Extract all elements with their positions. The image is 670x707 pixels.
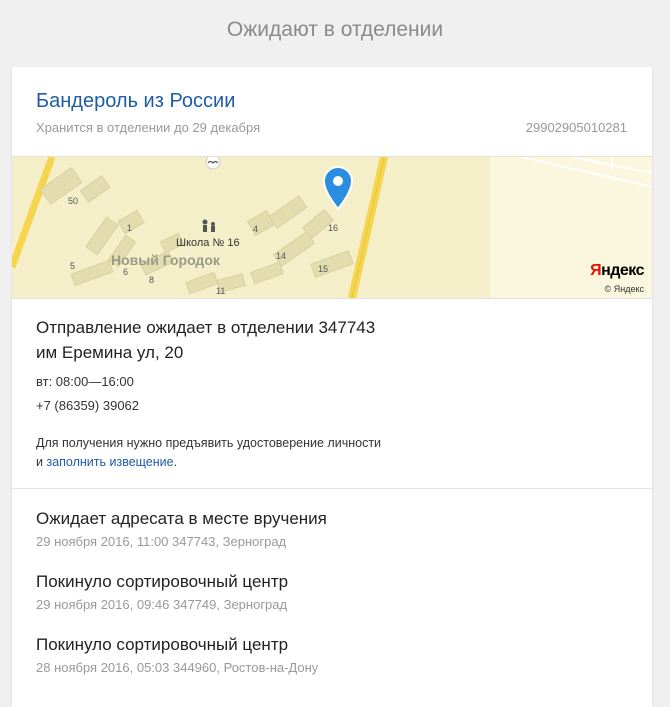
map-copyright[interactable]: © Яндекс [605,284,644,294]
notice-period: . [173,455,178,469]
house-number: 14 [276,251,286,261]
district-label: Новый Городок [111,252,221,268]
history-item-meta: 28 ноября 2016, 05:03 344960, Ростов-на-… [36,660,319,675]
house-number: 15 [318,264,328,274]
map-buildings [39,167,354,295]
fill-notice-link[interactable]: заполнить извещение [46,455,173,469]
history-item: Покинуло сортировочный центр 29 ноября 2… [36,572,636,612]
history-item-meta: 29 ноября 2016, 11:00 347743, Зерноград [36,534,287,549]
notice-text: Для получения нужно предъявить удостовер… [36,436,382,450]
house-number: 6 [123,267,128,277]
history-item-meta: 29 ноября 2016, 09:46 347749, Зерноград [36,597,288,612]
history-item: Ожидает адресата в месте вручения 29 ноя… [36,509,636,549]
house-number: 5 [70,261,75,271]
office-map[interactable]: 50 1 4 16 5 6 8 14 15 11 Школа № 16 Новы… [12,156,652,299]
parcel-title[interactable]: Бандероль из России [36,90,235,113]
parcel-header: Бандероль из России Хранится в отделении… [12,67,652,156]
history-item-title: Ожидает адресата в месте вручения [36,509,327,528]
page-title: Ожидают в отделении [226,18,444,41]
house-number: 4 [253,224,258,234]
house-number: 16 [328,223,338,233]
id-notice: Для получения нужно предъявить удостовер… [36,434,596,472]
yandex-logo[interactable]: Яндекс [590,262,644,280]
map-road-edge [351,157,385,298]
office-phone[interactable]: +7 (86359) 39062 [36,398,139,413]
house-number: 11 [216,286,225,296]
map-canvas: 50 1 4 16 5 6 8 14 15 11 Школа № 16 Новы… [12,157,652,298]
office-address-line1: Отправление ожидает в отделении 347743 [36,318,376,337]
office-info: Отправление ожидает в отделении 347743 и… [12,298,652,489]
yandex-logo-rest: ндекс [601,262,644,279]
history-item: Покинуло сортировочный центр 28 ноября 2… [36,635,636,675]
location-pin-icon[interactable] [322,166,354,211]
house-number: 1 [127,223,132,233]
office-hours: вт: 08:00—16:00 [36,374,134,389]
history-item-title: Покинуло сортировочный центр [36,635,289,654]
storage-note: Хранится в отделении до 29 декабря [36,120,261,135]
history-item-title: Покинуло сортировочный центр [36,572,289,591]
yandex-logo-first: Я [590,262,602,279]
house-number: 8 [149,275,154,285]
parcel-card: Бандероль из России Хранится в отделении… [12,67,652,707]
notice-and: и [36,455,43,469]
school-label: Школа № 16 [176,237,240,249]
school-icon[interactable] [202,219,216,233]
map-road [12,157,56,269]
house-number: 50 [68,196,78,206]
tracking-number: 29902905010281 [525,120,627,135]
office-address-line2: им Еремина ул, 20 [36,343,184,362]
